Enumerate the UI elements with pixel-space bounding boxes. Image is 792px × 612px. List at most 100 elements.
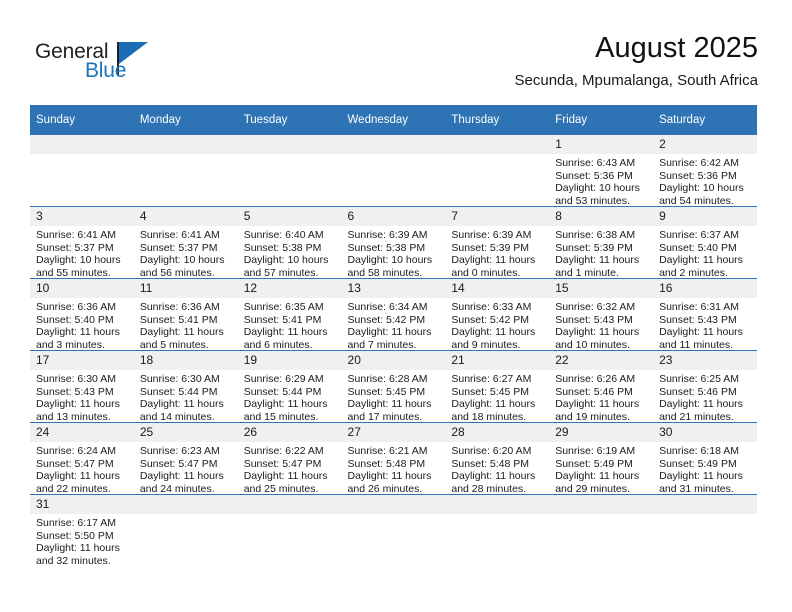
daylight-text-cont: and 13 minutes.	[36, 410, 111, 423]
sunset-text: Sunset: 5:36 PM	[555, 169, 633, 182]
daylight-text: Daylight: 11 hours	[139, 470, 224, 483]
sunset-text: Sunset: 5:49 PM	[659, 457, 737, 470]
weekday-header-saturday: Saturday	[653, 105, 757, 135]
daylight-text: Daylight: 10 hours	[659, 182, 744, 195]
day-cell-inner: 17 Sunrise: 6:30 AM Sunset: 5:43 PM Dayligh…	[30, 351, 134, 423]
calendar-day-cell[interactable]: 18 Sunrise: 6:30 AM Sunset: 5:44 PM Dayligh…	[133, 350, 238, 423]
day-cell-inner: 28 Sunrise: 6:20 AM Sunset: 5:48 PM Dayligh…	[445, 423, 550, 495]
day-number: 30	[653, 423, 757, 442]
sunrise-text: Sunrise: 6:39 AM	[347, 229, 428, 241]
day-sun-info: Sunrise: 6:41 AM Sunset: 5:37 PM Daylight:…	[30, 226, 134, 279]
calendar-page: General Blue August 2025 Secunda, Mpumal…	[0, 0, 792, 612]
day-cell-inner	[237, 495, 342, 566]
daylight-text-cont: and 17 minutes.	[347, 410, 423, 423]
day-sun-info	[549, 514, 653, 517]
calendar-day-cell[interactable]: 13 Sunrise: 6:34 AM Sunset: 5:42 PM Dayligh…	[341, 278, 446, 351]
daylight-text: Daylight: 11 hours	[451, 254, 536, 267]
calendar-week-row: 17 Sunrise: 6:30 AM Sunset: 5:43 PM Dayligh…	[30, 350, 757, 423]
weekday-header-monday: Monday	[133, 105, 238, 135]
day-sun-info: Sunrise: 6:19 AM Sunset: 5:49 PM Daylight:…	[549, 442, 653, 495]
calendar-day-cell[interactable]: 19 Sunrise: 6:29 AM Sunset: 5:44 PM Dayligh…	[237, 350, 342, 423]
calendar-day-cell[interactable]: 5 Sunrise: 6:40 AM Sunset: 5:38 PM Daylight…	[237, 206, 342, 279]
calendar-day-cell[interactable]: 2 Sunrise: 6:42 AM Sunset: 5:36 PM Daylight…	[653, 135, 757, 207]
calendar-day-cell[interactable]: 8 Sunrise: 6:38 AM Sunset: 5:39 PM Daylight…	[549, 206, 654, 279]
calendar-day-cell[interactable]: 6 Sunrise: 6:39 AM Sunset: 5:38 PM Daylight…	[341, 206, 446, 279]
day-sun-info	[238, 514, 342, 517]
calendar-day-cell[interactable]: 7 Sunrise: 6:39 AM Sunset: 5:39 PM Daylight…	[445, 206, 550, 279]
daylight-text-cont: and 21 minutes.	[659, 410, 734, 423]
calendar-day-cell[interactable]: 31 Sunrise: 6:17 AM Sunset: 5:50 PM Dayligh…	[30, 494, 134, 567]
daylight-text-cont: and 18 minutes.	[451, 410, 527, 423]
sunrise-text: Sunrise: 6:36 AM	[139, 301, 220, 313]
weekday-header-friday: Friday	[549, 105, 654, 135]
day-number: 29	[549, 423, 654, 442]
calendar-day-cell[interactable]: 9 Sunrise: 6:37 AM Sunset: 5:40 PM Daylight…	[653, 206, 757, 279]
daylight-text: Daylight: 11 hours	[347, 470, 432, 483]
daylight-text: Daylight: 11 hours	[659, 398, 743, 411]
page-subtitle: Secunda, Mpumalanga, South Africa	[514, 72, 759, 89]
calendar-day-cell[interactable]: 11 Sunrise: 6:36 AM Sunset: 5:41 PM Dayligh…	[133, 278, 238, 351]
day-number: 27	[341, 423, 446, 442]
day-cell-inner	[549, 495, 654, 566]
sunrise-text: Sunrise: 6:17 AM	[36, 517, 116, 529]
calendar-day-cell[interactable]: 28 Sunrise: 6:20 AM Sunset: 5:48 PM Dayligh…	[445, 422, 550, 495]
calendar-day-cell[interactable]: 24 Sunrise: 6:24 AM Sunset: 5:47 PM Dayligh…	[30, 422, 134, 495]
daylight-text: Daylight: 11 hours	[347, 326, 432, 339]
day-number: 24	[30, 423, 134, 442]
day-number: 10	[30, 279, 134, 298]
day-cell-inner: 20 Sunrise: 6:28 AM Sunset: 5:45 PM Dayligh…	[341, 351, 446, 423]
day-sun-info: Sunrise: 6:38 AM Sunset: 5:39 PM Daylight:…	[549, 226, 653, 279]
day-number	[133, 135, 238, 154]
day-cell-inner: 22 Sunrise: 6:26 AM Sunset: 5:46 PM Dayligh…	[549, 351, 654, 423]
calendar-day-cell[interactable]: 12 Sunrise: 6:35 AM Sunset: 5:41 PM Dayligh…	[237, 278, 342, 351]
calendar-day-cell[interactable]: 1 Sunrise: 6:43 AM Sunset: 5:36 PM Daylight…	[549, 135, 654, 207]
daylight-text: Daylight: 11 hours	[555, 470, 640, 483]
calendar-header-row: Sunday Monday Tuesday Wednesday Thursday Frid…	[30, 105, 757, 135]
calendar-day-cell[interactable]: 3 Sunrise: 6:41 AM Sunset: 5:37 PM Daylight…	[30, 206, 134, 279]
calendar-day-cell[interactable]: 15 Sunrise: 6:32 AM Sunset: 5:43 PM Dayligh…	[549, 278, 654, 351]
calendar-day-cell[interactable]: 10 Sunrise: 6:36 AM Sunset: 5:40 PM Dayligh…	[30, 278, 134, 351]
day-number: 7	[445, 207, 550, 226]
calendar-day-cell[interactable]: 17 Sunrise: 6:30 AM Sunset: 5:43 PM Dayligh…	[30, 350, 134, 423]
daylight-text-cont: and 2 minutes.	[659, 266, 728, 279]
logo[interactable]: General Blue	[35, 40, 175, 88]
day-cell-inner: 11 Sunrise: 6:36 AM Sunset: 5:41 PM Dayligh…	[133, 279, 238, 351]
calendar-day-cell[interactable]: 25 Sunrise: 6:23 AM Sunset: 5:47 PM Dayligh…	[133, 422, 238, 495]
calendar-day-cell[interactable]: 21 Sunrise: 6:27 AM Sunset: 5:45 PM Dayligh…	[445, 350, 550, 423]
daylight-text: Daylight: 10 hours	[555, 182, 640, 195]
calendar-day-cell[interactable]: 23 Sunrise: 6:25 AM Sunset: 5:46 PM Dayligh…	[653, 350, 757, 423]
calendar-day-cell[interactable]: 26 Sunrise: 6:22 AM Sunset: 5:47 PM Dayligh…	[237, 422, 342, 495]
daylight-text-cont: and 10 minutes.	[555, 338, 630, 351]
calendar-day-cell-empty	[445, 135, 550, 207]
day-cell-inner: 19 Sunrise: 6:29 AM Sunset: 5:44 PM Dayligh…	[237, 351, 342, 423]
daylight-text: Daylight: 11 hours	[36, 398, 120, 411]
calendar-day-cell[interactable]: 22 Sunrise: 6:26 AM Sunset: 5:46 PM Dayligh…	[549, 350, 654, 423]
calendar-day-cell[interactable]: 16 Sunrise: 6:31 AM Sunset: 5:43 PM Dayligh…	[653, 278, 757, 351]
calendar-day-cell[interactable]: 4 Sunrise: 6:41 AM Sunset: 5:37 PM Daylight…	[133, 206, 238, 279]
day-number: 11	[133, 279, 238, 298]
daylight-text: Daylight: 11 hours	[555, 254, 640, 267]
sunset-text: Sunset: 5:38 PM	[347, 241, 426, 254]
sunset-text: Sunset: 5:47 PM	[243, 457, 322, 470]
day-number: 22	[549, 351, 654, 370]
sunrise-text: Sunrise: 6:42 AM	[659, 157, 740, 169]
day-sun-info	[134, 154, 238, 157]
sunset-text: Sunset: 5:41 PM	[139, 313, 218, 326]
daylight-text-cont: and 1 minute.	[555, 266, 619, 279]
calendar-day-cell[interactable]: 30 Sunrise: 6:18 AM Sunset: 5:49 PM Dayligh…	[653, 422, 757, 495]
sunrise-text: Sunrise: 6:21 AM	[347, 445, 428, 457]
day-cell-inner: 24 Sunrise: 6:24 AM Sunset: 5:47 PM Dayligh…	[30, 423, 134, 495]
calendar-day-cell[interactable]: 20 Sunrise: 6:28 AM Sunset: 5:45 PM Dayligh…	[341, 350, 446, 423]
calendar-day-cell[interactable]: 27 Sunrise: 6:21 AM Sunset: 5:48 PM Dayligh…	[341, 422, 446, 495]
day-sun-info	[134, 514, 238, 517]
sunset-text: Sunset: 5:42 PM	[347, 313, 426, 326]
calendar-day-cell-empty	[237, 494, 342, 566]
day-cell-inner: 15 Sunrise: 6:32 AM Sunset: 5:43 PM Dayligh…	[549, 279, 654, 351]
daylight-text-cont: and 11 minutes.	[659, 338, 733, 351]
calendar-day-cell[interactable]: 29 Sunrise: 6:19 AM Sunset: 5:49 PM Dayligh…	[549, 422, 654, 495]
daylight-text-cont: and 22 minutes.	[36, 482, 111, 495]
day-sun-info	[445, 514, 549, 517]
calendar-week-row: 24 Sunrise: 6:24 AM Sunset: 5:47 PM Dayligh…	[30, 422, 757, 495]
calendar-day-cell[interactable]: 14 Sunrise: 6:33 AM Sunset: 5:42 PM Dayligh…	[445, 278, 550, 351]
day-sun-info: Sunrise: 6:40 AM Sunset: 5:38 PM Daylight:…	[238, 226, 342, 279]
